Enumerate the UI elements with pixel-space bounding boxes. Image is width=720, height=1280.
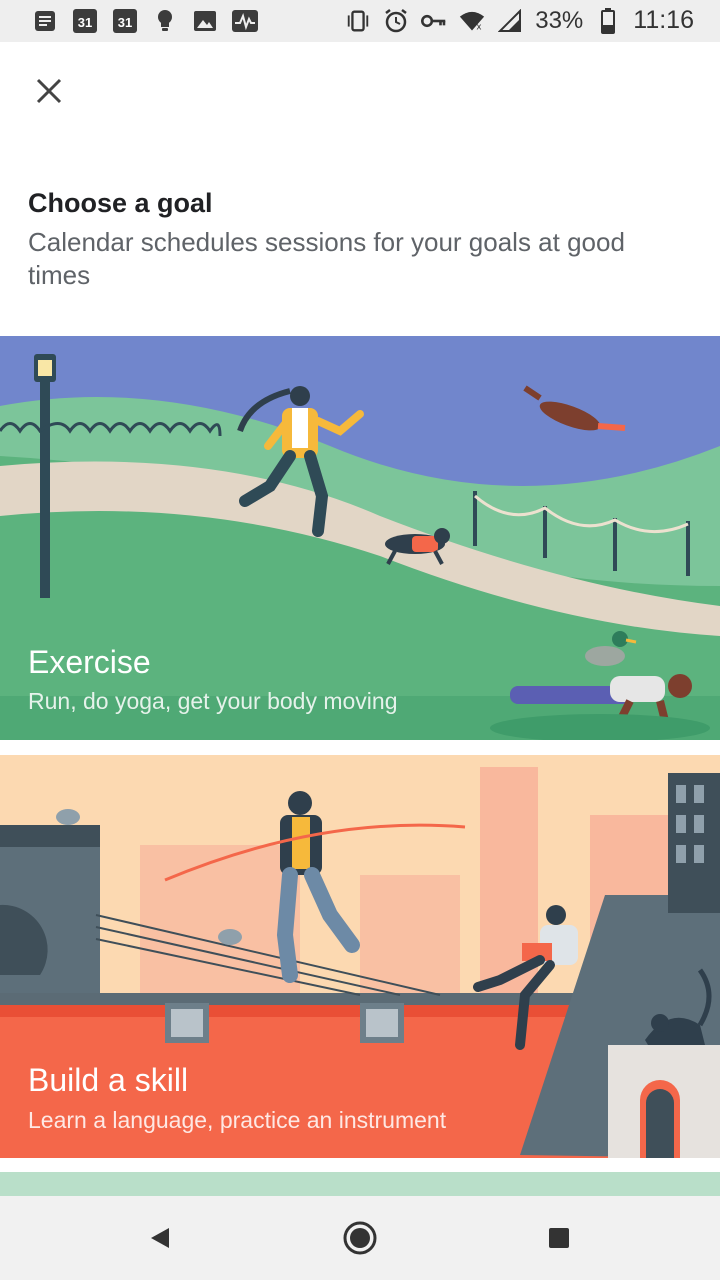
signal-icon — [497, 8, 523, 34]
clock: 11:16 — [633, 6, 694, 34]
recents-square-icon — [549, 1228, 569, 1248]
recents-button[interactable] — [539, 1218, 579, 1258]
wifi-icon: x — [459, 8, 485, 34]
home-button[interactable] — [340, 1218, 380, 1258]
notes-icon — [32, 8, 58, 34]
close-icon — [36, 78, 62, 104]
image-icon — [192, 8, 218, 34]
calendar-icon: 31 — [112, 8, 138, 34]
notification-icons: 31 31 — [32, 8, 258, 34]
next-goal-card-peek[interactable] — [0, 1172, 720, 1196]
page-title: Choose a goal — [28, 188, 213, 218]
back-button[interactable] — [140, 1218, 180, 1258]
navigation-bar — [0, 1196, 720, 1280]
goal-card-build-skill[interactable]: Build a skill Learn a language, practice… — [0, 755, 720, 1158]
svg-text:x: x — [477, 22, 482, 32]
calendar-day: 31 — [73, 9, 97, 33]
back-triangle-icon — [151, 1228, 169, 1248]
battery-percent: 33% — [535, 6, 584, 34]
goal-card-exercise[interactable]: Exercise Run, do yoga, get your body mov… — [0, 336, 720, 740]
vibrate-icon — [345, 8, 371, 34]
alarm-icon — [383, 8, 409, 34]
close-button[interactable] — [28, 70, 70, 112]
vpn-key-icon — [421, 8, 447, 34]
goal-title: Build a skill — [28, 1062, 189, 1098]
status-bar: 31 31 x 33% 11:16 — [0, 0, 720, 42]
goal-description: Learn a language, practice an instrument — [28, 1107, 447, 1133]
calendar-icon: 31 — [72, 8, 98, 34]
page-subtitle: Calendar schedules sessions for your goa… — [28, 227, 625, 290]
goal-description: Run, do yoga, get your body moving — [28, 688, 398, 714]
home-circle-icon — [343, 1221, 377, 1255]
activity-icon — [232, 8, 258, 34]
battery-icon — [595, 7, 621, 34]
system-status: x 33% 11:16 — [345, 6, 694, 35]
goal-title: Exercise — [28, 644, 151, 680]
lightbulb-icon — [152, 8, 178, 34]
calendar-day: 31 — [113, 9, 137, 33]
